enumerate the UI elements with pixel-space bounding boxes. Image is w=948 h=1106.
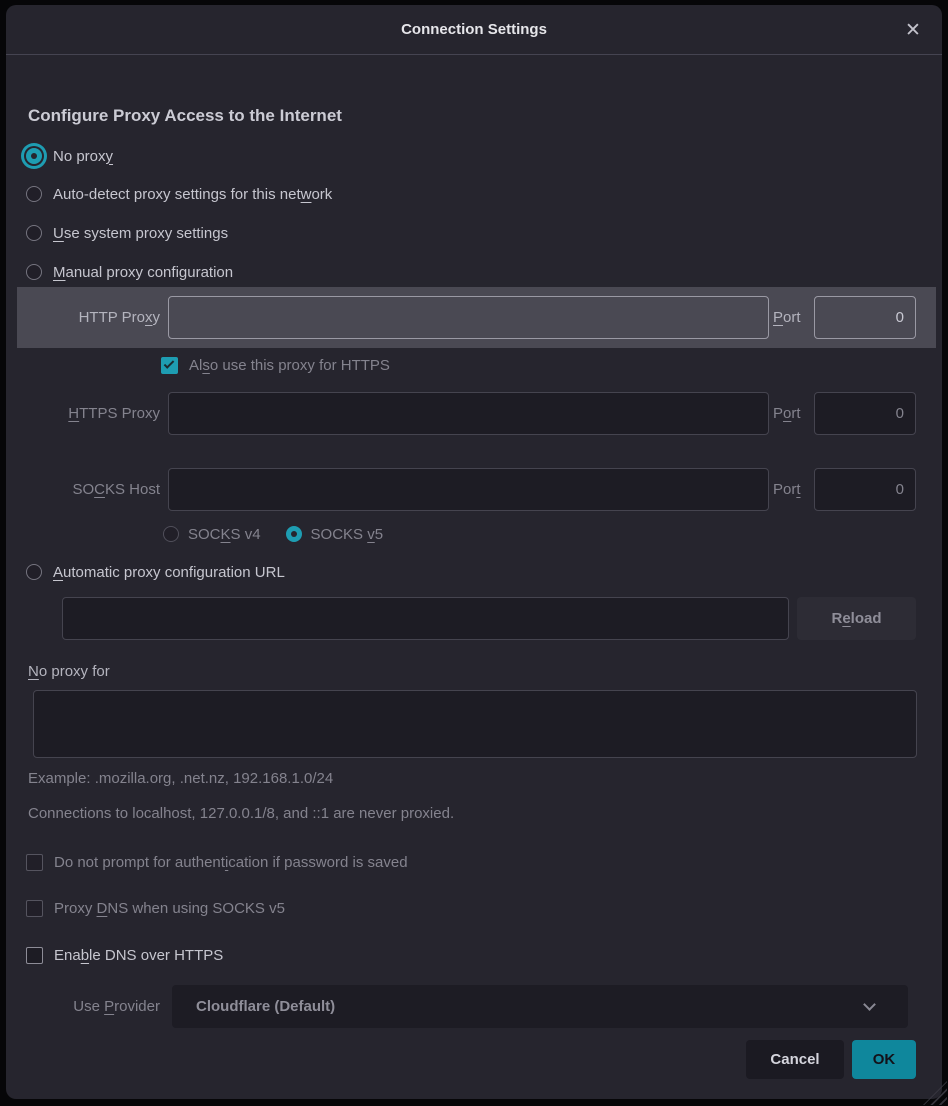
radio-label: Automatic proxy configuration URL xyxy=(53,564,285,581)
radio-use-system[interactable]: Use system proxy settings xyxy=(26,222,228,244)
checkbox-icon xyxy=(26,947,43,964)
no-proxy-for-textarea[interactable] xyxy=(33,690,917,758)
dialog-surface xyxy=(6,5,942,1099)
never-proxied-note: Connections to localhost, 127.0.0.1/8, a… xyxy=(28,805,454,822)
no-proxy-for-label: No proxy for xyxy=(28,663,110,680)
http-port-label: Port xyxy=(773,309,801,326)
no-proxy-example-text: Example: .mozilla.org, .net.nz, 192.168.… xyxy=(28,770,333,787)
socks-host-label: SOCKS Host xyxy=(28,481,160,498)
use-provider-label: Use Provider xyxy=(28,998,160,1015)
checkbox-no-auth-prompt[interactable]: Do not prompt for authentication if pass… xyxy=(26,853,408,872)
radio-label: SOCKS v5 xyxy=(311,526,384,543)
checkbox-proxy-dns-socks5[interactable]: Proxy DNS when using SOCKS v5 xyxy=(26,899,285,918)
radio-label: SOCKS v4 xyxy=(188,526,261,543)
reload-button[interactable]: Reload xyxy=(797,597,916,640)
radio-label: Manual proxy configuration xyxy=(53,264,233,281)
radio-auto-detect[interactable]: Auto-detect proxy settings for this netw… xyxy=(26,183,332,205)
checkbox-icon xyxy=(26,854,43,871)
page-title: Configure Proxy Access to the Internet xyxy=(28,106,342,126)
checkbox-enable-doh[interactable]: Enable DNS over HTTPS xyxy=(26,946,223,965)
checkbox-label: Also use this proxy for HTTPS xyxy=(189,357,390,374)
socks-port-input[interactable] xyxy=(814,468,916,511)
auto-config-url-input[interactable] xyxy=(62,597,789,640)
radio-icon xyxy=(26,186,42,202)
close-icon[interactable]: ✕ xyxy=(900,18,926,44)
socks-version-group: SOCKS v4 SOCKS v5 xyxy=(163,524,383,544)
dialog-title: Connection Settings xyxy=(6,5,942,55)
ok-button[interactable]: OK xyxy=(852,1040,916,1079)
checkbox-label: Proxy DNS when using SOCKS v5 xyxy=(54,900,285,917)
cancel-button[interactable]: Cancel xyxy=(746,1040,844,1079)
radio-icon xyxy=(26,264,42,280)
radio-icon xyxy=(26,225,42,241)
https-proxy-input[interactable] xyxy=(168,392,769,435)
connection-settings-dialog: Connection Settings ✕ Configure Proxy Ac… xyxy=(0,0,948,1106)
checkmark-icon xyxy=(164,358,175,369)
checkbox-label: Enable DNS over HTTPS xyxy=(54,947,223,964)
https-port-label: Port xyxy=(773,405,801,422)
radio-socks-v4[interactable]: SOCKS v4 xyxy=(163,526,261,543)
titlebar: Connection Settings ✕ xyxy=(6,5,942,55)
checkbox-checked-icon xyxy=(161,357,178,374)
socks-host-input[interactable] xyxy=(168,468,769,511)
https-port-input[interactable] xyxy=(814,392,916,435)
https-proxy-label: HTTPS Proxy xyxy=(28,405,160,422)
provider-dropdown[interactable]: Cloudflare (Default) xyxy=(172,985,908,1028)
radio-selected-icon xyxy=(286,526,302,542)
chevron-down-icon xyxy=(863,998,876,1011)
radio-icon xyxy=(26,564,42,580)
http-port-input[interactable] xyxy=(814,296,916,339)
socks-port-label: Port xyxy=(773,481,801,498)
checkbox-icon xyxy=(26,900,43,917)
http-proxy-label: HTTP Proxy xyxy=(28,309,160,326)
radio-auto-config-url[interactable]: Automatic proxy configuration URL xyxy=(26,561,285,583)
radio-icon xyxy=(163,526,179,542)
radio-no-proxy[interactable]: No proxy xyxy=(26,145,113,167)
radio-label: Auto-detect proxy settings for this netw… xyxy=(53,186,332,203)
http-proxy-input[interactable] xyxy=(168,296,769,339)
provider-selected-value: Cloudflare (Default) xyxy=(172,998,865,1015)
radio-selected-icon xyxy=(26,148,42,164)
radio-socks-v5[interactable]: SOCKS v5 xyxy=(286,526,384,543)
checkbox-label: Do not prompt for authentication if pass… xyxy=(54,854,408,871)
checkbox-also-use-https[interactable]: Also use this proxy for HTTPS xyxy=(161,356,390,375)
radio-label: No proxy xyxy=(53,148,113,165)
radio-label: Use system proxy settings xyxy=(53,225,228,242)
radio-manual-proxy[interactable]: Manual proxy configuration xyxy=(26,261,233,283)
